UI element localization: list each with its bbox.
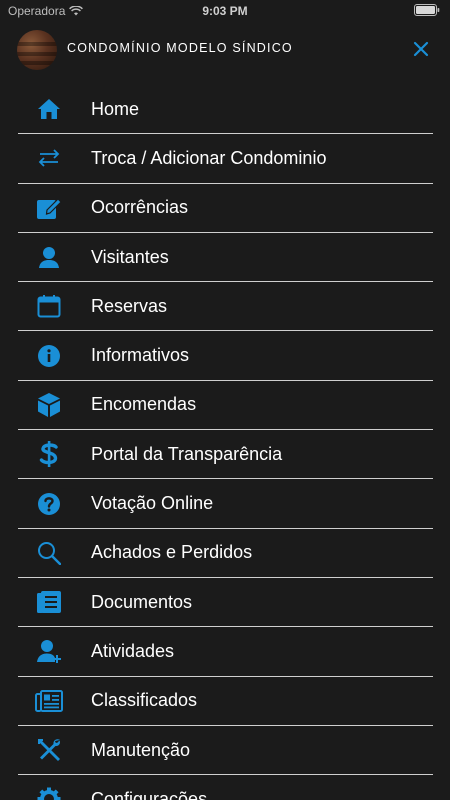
menu-item-documentos[interactable]: Documentos — [18, 578, 433, 628]
menu-item-encomendas[interactable]: Encomendas — [18, 381, 433, 431]
battery-icon — [414, 4, 440, 16]
avatar — [17, 30, 57, 70]
menu-item-label: Configurações — [91, 788, 208, 800]
gear-icon — [35, 785, 63, 800]
menu-item-ocorrencias[interactable]: Ocorrências — [18, 184, 433, 233]
menu-item-manutencao[interactable]: Manutenção — [18, 726, 433, 776]
menu-item-home[interactable]: Home — [18, 85, 433, 135]
document-icon — [35, 588, 63, 616]
menu-item-label: Informativos — [91, 345, 190, 366]
tools-icon — [35, 736, 63, 764]
menu-item-label: Classificados — [91, 690, 198, 711]
close-icon — [413, 41, 429, 57]
menu-item-achados-perdidos[interactable]: Achados e Perdidos — [18, 529, 433, 578]
drawer-header: CONDOMÍNIO MODELO SÍNDICO — [0, 22, 450, 78]
person-icon — [35, 243, 63, 271]
newspaper-icon — [35, 687, 63, 715]
menu-item-label: Votação Online — [91, 493, 214, 514]
menu-item-label: Ocorrências — [91, 197, 189, 218]
dollar-icon — [35, 440, 63, 468]
menu-item-atividades[interactable]: Atividades — [18, 627, 433, 677]
menu-item-label: Visitantes — [91, 246, 169, 267]
menu-item-portal-transparencia[interactable]: Portal da Transparência — [18, 430, 433, 480]
info-icon — [35, 342, 63, 370]
swap-arrows-icon — [35, 144, 63, 172]
package-icon — [35, 391, 63, 419]
menu-item-classificados[interactable]: Classificados — [18, 677, 433, 726]
menu-item-troca-condominio[interactable]: Troca / Adicionar Condominio — [18, 134, 433, 184]
menu-item-reservas[interactable]: Reservas — [18, 282, 433, 332]
question-icon — [35, 490, 63, 518]
status-bar: Operadora 9:03 PM — [0, 0, 450, 22]
menu-item-label: Documentos — [91, 591, 193, 612]
menu-item-label: Home — [91, 98, 140, 119]
menu-item-label: Manutenção — [91, 739, 191, 760]
person-add-icon — [35, 637, 63, 665]
menu-item-visitantes[interactable]: Visitantes — [18, 233, 433, 283]
menu-item-configuracoes[interactable]: Configurações — [18, 775, 433, 800]
navigation-menu: Home Troca / Adicionar Condominio Ocorrê… — [18, 85, 433, 800]
menu-item-label: Encomendas — [91, 394, 197, 415]
search-icon — [35, 539, 63, 567]
menu-item-informativos[interactable]: Informativos — [18, 331, 433, 381]
condominium-title: CONDOMÍNIO MODELO SÍNDICO — [67, 41, 293, 55]
menu-item-label: Troca / Adicionar Condominio — [91, 147, 327, 168]
menu-item-label: Achados e Perdidos — [91, 542, 253, 563]
close-button[interactable] — [412, 40, 430, 58]
menu-item-label: Reservas — [91, 295, 168, 316]
calendar-icon — [35, 292, 63, 320]
menu-item-votacao-online[interactable]: Votação Online — [18, 479, 433, 529]
menu-item-label: Atividades — [91, 640, 175, 661]
home-icon — [35, 95, 63, 123]
status-time: 9:03 PM — [202, 4, 248, 18]
edit-icon — [35, 194, 63, 222]
menu-item-label: Portal da Transparência — [91, 443, 283, 464]
